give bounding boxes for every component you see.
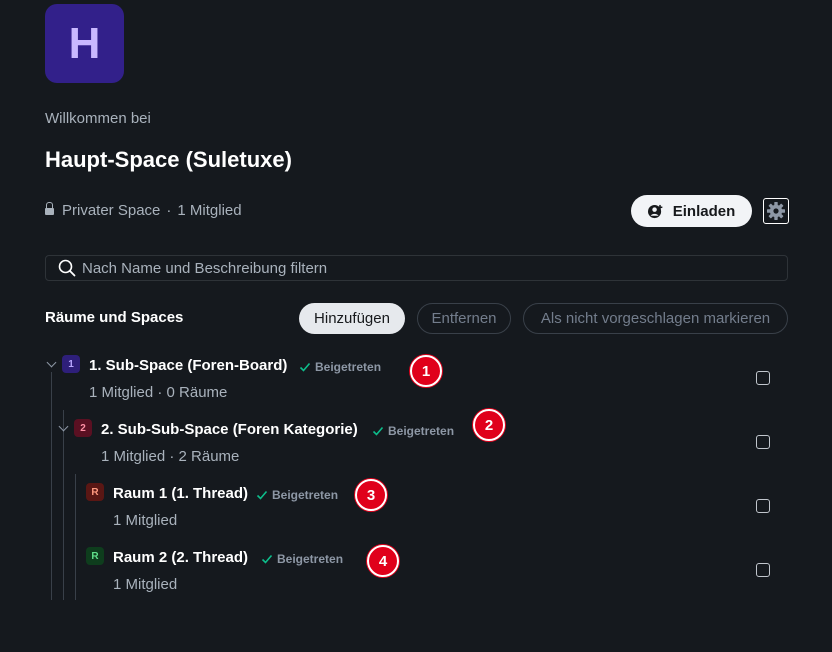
row-title[interactable]: 1. Sub-Space (Foren-Board) <box>89 357 287 374</box>
row-subtitle: 1 Mitglied · 0 Räume <box>89 384 228 401</box>
joined-label: Beigetreten <box>315 360 382 374</box>
joined-status: Beigetreten <box>261 552 343 566</box>
row-subtitle: 1 Mitglied <box>113 576 178 593</box>
row-checkbox[interactable] <box>756 563 770 577</box>
check-icon <box>299 362 311 372</box>
room-avatar-small: R <box>86 483 104 501</box>
person-add-icon <box>647 204 663 218</box>
invite-button[interactable]: Einladen <box>631 195 752 227</box>
annotation-marker: 2 <box>473 409 505 441</box>
filter-input[interactable] <box>82 259 762 277</box>
row-title[interactable]: Raum 2 (2. Thread) <box>113 549 248 566</box>
rooms-section-title: Räume und Spaces <box>45 309 184 326</box>
joined-status: Beigetreten <box>256 488 338 502</box>
row-checkbox[interactable] <box>756 435 770 449</box>
space-avatar: H <box>45 4 124 83</box>
joined-label: Beigetreten <box>272 488 339 502</box>
welcome-text: Willkommen bei <box>45 110 151 127</box>
filter-search-box[interactable] <box>45 255 788 281</box>
joined-label: Beigetreten <box>277 552 344 566</box>
check-icon <box>256 490 268 500</box>
check-icon <box>261 554 273 564</box>
row-subtitle: 1 Mitglied · 2 Räume <box>101 448 240 465</box>
search-icon <box>58 259 76 277</box>
space-avatar-small: 2 <box>74 419 92 437</box>
joined-status: Beigetreten <box>372 424 454 438</box>
space-privacy: Privater Space <box>62 202 161 219</box>
mark-not-suggested-button[interactable]: Als nicht vorgeschlagen markieren <box>523 303 788 334</box>
check-icon <box>372 426 384 436</box>
space-avatar-small: 1 <box>62 355 80 373</box>
add-button[interactable]: Hinzufügen <box>299 303 405 334</box>
row-checkbox[interactable] <box>756 499 770 513</box>
row-checkbox[interactable] <box>756 371 770 385</box>
row-title[interactable]: 2. Sub-Sub-Space (Foren Kategorie) <box>101 421 358 438</box>
remove-button[interactable]: Entfernen <box>417 303 511 334</box>
annotation-marker: 4 <box>367 545 399 577</box>
meta-separator: · <box>166 202 172 219</box>
annotation-marker: 1 <box>410 355 442 387</box>
invite-label: Einladen <box>672 202 736 220</box>
space-meta: Privater Space · 1 Mitglied <box>45 202 242 219</box>
space-title: Haupt-Space (Suletuxe) <box>45 147 292 172</box>
joined-label: Beigetreten <box>388 424 455 438</box>
tree-guide-line <box>75 474 76 600</box>
tree-guide-line <box>63 410 64 600</box>
collapse-chevron-icon[interactable] <box>46 357 57 368</box>
joined-status: Beigetreten <box>299 360 381 374</box>
gear-icon <box>767 202 785 220</box>
annotation-marker: 3 <box>355 479 387 511</box>
room-avatar-small: R <box>86 547 104 565</box>
tree-guide-line <box>51 372 52 600</box>
collapse-chevron-icon[interactable] <box>58 421 69 432</box>
lock-icon <box>45 202 54 215</box>
row-title[interactable]: Raum 1 (1. Thread) <box>113 485 248 502</box>
settings-button[interactable] <box>763 198 789 224</box>
space-member-count[interactable]: 1 Mitglied <box>177 202 241 219</box>
row-subtitle: 1 Mitglied <box>113 512 178 529</box>
